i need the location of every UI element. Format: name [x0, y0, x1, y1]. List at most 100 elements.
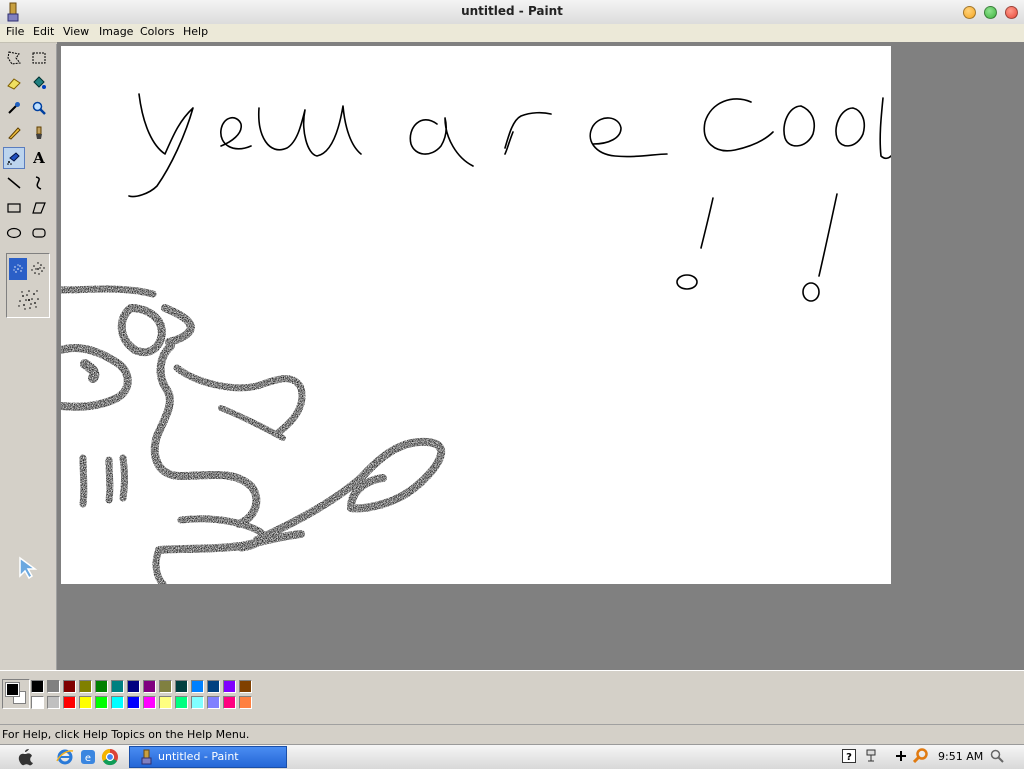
color-swatch[interactable]: [207, 696, 220, 709]
color-swatch[interactable]: [175, 680, 188, 693]
free-form-select-icon: [7, 51, 21, 65]
spotlight-icon[interactable]: [990, 749, 1004, 763]
spray-small-icon: [13, 264, 23, 273]
current-colors-indicator[interactable]: [2, 679, 30, 709]
color-swatch[interactable]: [191, 696, 204, 709]
chrome-icon[interactable]: [101, 748, 119, 766]
rounded-rectangle-tool[interactable]: [28, 222, 50, 244]
rectangle-select-tool[interactable]: [28, 47, 50, 69]
color-swatch[interactable]: [31, 696, 44, 709]
airbrush-size-options: [6, 253, 50, 318]
foreground-color-swatch[interactable]: [5, 682, 20, 697]
airbrush-size-large[interactable]: [15, 286, 43, 314]
brush-icon: [36, 126, 42, 139]
polygon-icon: [32, 202, 46, 214]
ellipse-tool[interactable]: [3, 222, 25, 244]
airbrush-size-medium[interactable]: [29, 258, 47, 280]
taskbar-clock[interactable]: 9:51 AM: [938, 750, 983, 763]
taskbar-paint-label: untitled - Paint: [158, 750, 239, 763]
eraser-icon: [7, 78, 21, 90]
color-swatch[interactable]: [111, 680, 124, 693]
fill-bucket-icon: [33, 76, 46, 89]
curve-icon: [35, 176, 42, 190]
color-swatch[interactable]: [95, 680, 108, 693]
apple-icon[interactable]: [18, 748, 34, 766]
search-icon: [913, 748, 928, 764]
color-swatch[interactable]: [239, 696, 252, 709]
brush-tool[interactable]: [28, 122, 50, 144]
menu-bar: File Edit View Image Colors Help: [0, 24, 1024, 43]
spray-medium-icon: [31, 262, 45, 275]
color-swatch[interactable]: [111, 696, 124, 709]
pencil-tool[interactable]: [3, 122, 25, 144]
workspace: [57, 42, 1024, 670]
polygon-tool[interactable]: [28, 197, 50, 219]
text-icon: A: [33, 149, 45, 167]
menu-view[interactable]: View: [61, 25, 91, 38]
color-swatch[interactable]: [95, 696, 108, 709]
color-swatch[interactable]: [79, 696, 92, 709]
color-swatch[interactable]: [127, 696, 140, 709]
color-swatch[interactable]: [31, 680, 44, 693]
drawing-canvas[interactable]: [61, 46, 891, 584]
color-swatch[interactable]: [47, 680, 60, 693]
network-tray-icon[interactable]: [863, 748, 879, 764]
color-swatch[interactable]: [159, 680, 172, 693]
title-bar[interactable]: untitled - Paint: [0, 0, 1024, 25]
color-swatch[interactable]: [207, 680, 220, 693]
taskbar-paint-button[interactable]: untitled - Paint: [129, 746, 287, 768]
rectangle-icon: [7, 203, 21, 213]
color-swatch[interactable]: [159, 696, 172, 709]
airbrush-tool[interactable]: [3, 147, 25, 169]
magnifier-tool[interactable]: [28, 97, 50, 119]
help-icon: ?: [842, 749, 856, 763]
pencil-icon: [8, 127, 21, 140]
network-icon: [866, 749, 876, 762]
color-swatch[interactable]: [47, 696, 60, 709]
minimize-button[interactable]: [963, 6, 976, 19]
menu-image[interactable]: Image: [97, 25, 135, 38]
color-swatch[interactable]: [223, 680, 236, 693]
close-button[interactable]: [1005, 6, 1018, 19]
color-swatch[interactable]: [239, 680, 252, 693]
maximize-button[interactable]: [984, 6, 997, 19]
add-tray-icon[interactable]: [893, 748, 909, 764]
color-swatch[interactable]: [223, 696, 236, 709]
color-swatch[interactable]: [175, 696, 188, 709]
eraser-tool[interactable]: [3, 72, 25, 94]
exclamation-marks-drawing: [676, 193, 838, 302]
handwritten-text-drawing: [128, 93, 891, 198]
ellipse-icon: [6, 227, 22, 239]
explorer-icon[interactable]: e: [79, 748, 97, 766]
free-form-select-tool[interactable]: [3, 47, 25, 69]
airbrush-size-small[interactable]: [9, 258, 27, 280]
color-swatch[interactable]: [191, 680, 204, 693]
magnifier-icon: [32, 101, 46, 115]
color-picker-tool[interactable]: [3, 97, 25, 119]
search-tray-icon[interactable]: [913, 748, 929, 764]
help-tray-icon[interactable]: ?: [841, 748, 857, 764]
line-tool[interactable]: [3, 172, 25, 194]
curve-tool[interactable]: [28, 172, 50, 194]
plus-icon: [896, 751, 906, 761]
paint-task-icon: [141, 749, 152, 765]
menu-help[interactable]: Help: [181, 25, 210, 38]
color-swatch[interactable]: [63, 680, 76, 693]
color-swatch[interactable]: [63, 696, 76, 709]
window-title: untitled - Paint: [461, 4, 563, 18]
spray-large-icon: [18, 290, 39, 310]
color-swatch[interactable]: [127, 680, 140, 693]
canvas-drawing: [61, 93, 891, 584]
fill-bucket-tool[interactable]: [28, 72, 50, 94]
airbrush-icon: [7, 152, 20, 165]
ie-icon[interactable]: [56, 748, 74, 766]
text-tool[interactable]: A: [28, 147, 50, 169]
color-palette-bar: [0, 670, 1024, 721]
color-swatch[interactable]: [143, 680, 156, 693]
menu-file[interactable]: File: [4, 25, 26, 38]
color-swatch[interactable]: [79, 680, 92, 693]
color-swatch[interactable]: [143, 696, 156, 709]
menu-colors[interactable]: Colors: [138, 25, 176, 38]
menu-edit[interactable]: Edit: [31, 25, 56, 38]
rectangle-tool[interactable]: [3, 197, 25, 219]
